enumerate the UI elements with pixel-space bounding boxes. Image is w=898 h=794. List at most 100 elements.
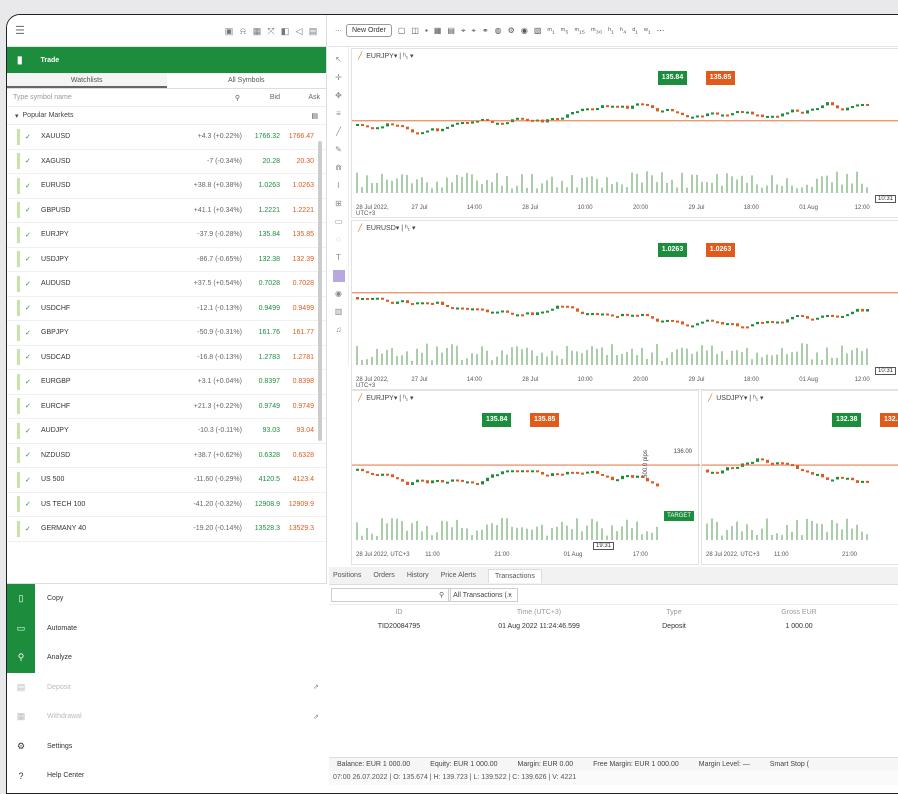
magnet-icon[interactable]: ⋒ (335, 159, 342, 177)
check-icon[interactable]: ✓ (25, 329, 35, 337)
tf-icon-8[interactable]: ʷ₁ (644, 26, 651, 35)
circle-icon[interactable]: ◍ (495, 26, 502, 35)
list-item[interactable]: ✓ EURJPY -37.9 (-0.28%) 135.84 135.85 (7, 223, 326, 248)
instrument-bid[interactable]: 1.2221 (242, 207, 280, 214)
table-row[interactable]: TID20084795 01 Aug 2022 11:24:46.599 Depos… (329, 619, 898, 633)
check-icon[interactable]: ✓ (25, 451, 35, 459)
search-icon[interactable]: ⚲ (439, 591, 444, 599)
list-item[interactable]: ✓ EURUSD +38.8 (+0.38%) 1.0263 1.0263 (7, 174, 326, 199)
layout-single-icon[interactable]: ▢ (398, 26, 406, 35)
check-icon[interactable]: ✓ (25, 255, 35, 263)
tab-positions[interactable]: Positions (333, 572, 361, 579)
menu-icon[interactable]: ▤ (311, 112, 318, 120)
instrument-bid[interactable]: 0.6328 (242, 452, 280, 459)
buy-price-button[interactable]: 135.85 (705, 71, 736, 85)
instrument-bid[interactable]: 13528.3 (242, 525, 280, 532)
chart-symbol[interactable]: EURUSD (366, 225, 396, 232)
instrument-bid[interactable]: 1766.32 (242, 133, 280, 140)
grid-icon[interactable]: ⋯ (335, 27, 342, 35)
trade-header[interactable]: ▮ Trade (7, 47, 326, 73)
chevron-down-icon[interactable]: ▾ | ʰ₁ ▾ (744, 394, 764, 402)
list-item[interactable]: ✓ AUDJPY -10.3 (-0.11%) 93.03 93.04 (7, 419, 326, 444)
chart-plot[interactable] (352, 235, 898, 379)
list-item[interactable]: ✓ GBPJPY -50.9 (-0.31%) 161.76 161.77 (7, 321, 326, 346)
settings-small-icon[interactable]: ⚙ (508, 26, 515, 35)
instrument-bid[interactable]: 20.28 (242, 158, 280, 165)
template-icon[interactable]: ▧ (534, 26, 542, 35)
sell-price-button[interactable]: 135.84 (482, 413, 512, 427)
layout-quad-icon[interactable]: ▪ (425, 26, 428, 35)
check-icon[interactable]: ✓ (25, 280, 35, 288)
new-order-button[interactable]: New Order (346, 24, 392, 37)
instrument-ask[interactable]: 161.77 (280, 329, 314, 336)
sell-price-button[interactable]: 132.38 (832, 413, 862, 427)
instrument-bid[interactable]: 0.7028 (242, 280, 280, 287)
chevron-down-icon[interactable]: ▾ | ʰ₁ ▾ (394, 52, 414, 60)
sell-price-button[interactable]: 1.0263 (657, 243, 688, 257)
more-icon[interactable]: ⋯ (657, 26, 665, 35)
instrument-ask[interactable]: 0.9499 (280, 305, 314, 312)
buy-price-button[interactable]: 1.0263 (705, 243, 736, 257)
link-icon[interactable]: ⚭ (482, 26, 489, 35)
menu-item-automate[interactable]: ▭ Automate (7, 613, 327, 643)
list-item[interactable]: ✓ XAGUSD -7 (-0.34%) 20.28 20.30 (7, 150, 326, 174)
hamburger-icon[interactable]: ☰ (15, 24, 25, 37)
list-item[interactable]: ✓ AUDUSD +37.5 (+0.54%) 0.7028 0.7028 (7, 272, 326, 297)
ruler-icon[interactable]: ⊞ (335, 195, 342, 213)
menu-item-deposit[interactable]: ▤ Deposit ⇗ (7, 673, 327, 703)
check-icon[interactable]: ✓ (25, 231, 35, 239)
tab-history[interactable]: History (407, 572, 429, 579)
instrument-ask[interactable]: 135.85 (280, 231, 314, 238)
instrument-ask[interactable]: 1766.47 (280, 133, 314, 140)
chevron-down-icon[interactable]: ▾ | ʰ₁ ▾ (394, 394, 414, 402)
instrument-bid[interactable]: 132.38 (242, 256, 280, 263)
highlight-icon[interactable] (332, 270, 345, 282)
pencil-icon[interactable]: ✎ (335, 141, 342, 159)
window-icon[interactable]: ◧ (280, 26, 290, 36)
move-icon[interactable]: ✥ (335, 87, 342, 105)
instrument-bid[interactable]: 1.2783 (242, 354, 280, 361)
list-item[interactable]: ✓ USDCAD -16.8 (-0.13%) 1.2783 1.2781 (7, 346, 326, 370)
check-icon[interactable]: ✓ (25, 525, 35, 533)
check-icon[interactable]: ✓ (25, 476, 35, 484)
instrument-ask[interactable]: 0.7028 (280, 280, 314, 287)
chart-plot[interactable] (352, 405, 700, 554)
list-item[interactable]: ✓ USDJPY -86.7 (-0.65%) 132.38 132.39 (7, 248, 326, 272)
tf-icon-2[interactable]: ᵐ₅ (561, 26, 569, 35)
layout-grid-icon[interactable]: ▦ (434, 26, 442, 35)
layout-icon[interactable]: ▣ (224, 26, 234, 36)
check-icon[interactable]: ✓ (25, 304, 35, 312)
fib-icon[interactable]: ≡ (336, 105, 341, 123)
tf-icon-7[interactable]: ᵈ₁ (632, 26, 638, 35)
draw-icon[interactable]: ╱ (708, 394, 712, 402)
list-item[interactable]: ✓ NZDUSD +38.7 (+0.62%) 0.6328 0.6328 (7, 444, 326, 468)
instrument-ask[interactable]: 20.30 (280, 158, 314, 165)
draw-icon[interactable]: ╱ (358, 224, 362, 232)
tab-watchlists[interactable]: Watchlists (7, 73, 167, 88)
menu-item-copy[interactable]: ▯ Copy (7, 584, 327, 614)
chart-symbol[interactable]: EURJPY (366, 53, 394, 60)
eye-tool-icon[interactable]: ◉ (335, 285, 342, 303)
rect-icon[interactable]: ▭ (335, 213, 343, 231)
instrument-bid[interactable]: 12908.9 (242, 501, 280, 508)
layout-rows-icon[interactable]: ▤ (447, 26, 455, 35)
panel-icon[interactable]: ▤ (308, 26, 318, 36)
brush-icon[interactable]: ⌇ (337, 177, 341, 195)
ellipse-icon[interactable]: ◌ (336, 231, 341, 249)
chart-panel[interactable]: ╱ EURUSD ▾ | ʰ₁ ▾ 1.0263 1.0263 28 Jul 2022,… (351, 220, 898, 390)
pin2-icon[interactable]: ⌖ (471, 26, 476, 36)
chart-panel[interactable]: ╱ EURJPY ▾ | ʰ₁ ▾ 135.84 135.85 28 Jul 2022,… (351, 390, 700, 565)
instrument-ask[interactable]: 12909.9 (280, 501, 314, 508)
tf-icon-1[interactable]: ᵐ₁ (547, 26, 554, 35)
instrument-ask[interactable]: 132.39 (280, 256, 314, 263)
chevron-down-icon[interactable]: ▾ | ʰ₁ ▾ (396, 224, 416, 232)
instrument-ask[interactable]: 93.04 (280, 427, 314, 434)
check-icon[interactable]: ✓ (25, 157, 35, 165)
tf-icon-6[interactable]: ʰ₄ (620, 26, 626, 35)
expand-icon[interactable]: ⤧ (266, 26, 276, 36)
symbol-search-input[interactable]: Type symbol name (13, 94, 235, 101)
layout-split-icon[interactable]: ◫ (411, 26, 419, 35)
chart-plot[interactable] (352, 63, 898, 207)
instrument-bid[interactable]: 0.9499 (242, 305, 280, 312)
check-icon[interactable]: ✓ (25, 402, 35, 410)
